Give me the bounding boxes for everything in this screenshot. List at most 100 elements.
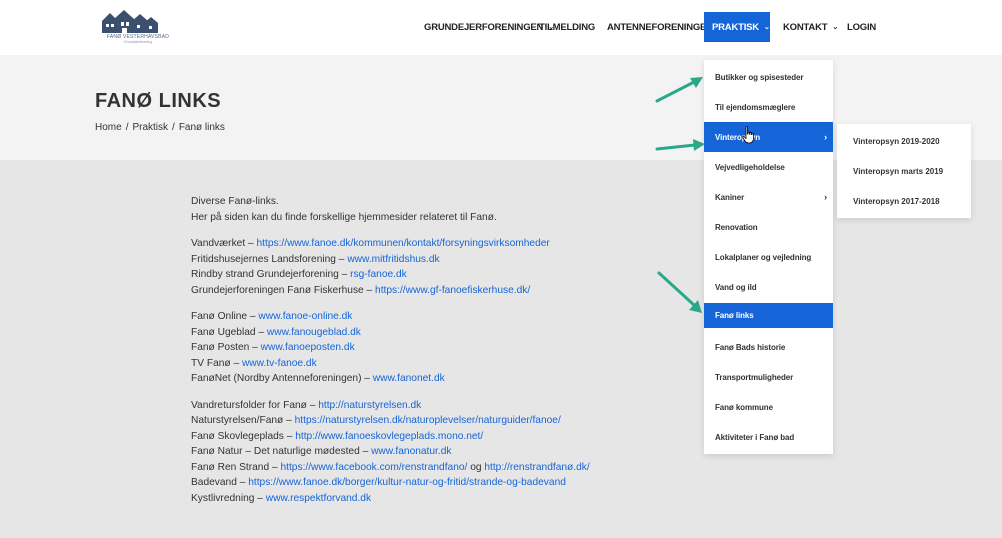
link-row: FanøNet (Nordby Antenneforeningen) – www…	[191, 371, 691, 387]
link-row: Fanø Online – www.fanoe-online.dk	[191, 309, 691, 325]
links-group-associations: Vandværket – https://www.fanoe.dk/kommun…	[191, 236, 691, 298]
menu-item-ejendomsmaeglere[interactable]: Til ejendomsmæglere	[704, 92, 833, 122]
link-row: Vandværket – https://www.fanoe.dk/kommun…	[191, 236, 691, 252]
menu-item-label: Aktiviteter i Fanø bad	[715, 432, 795, 442]
submenu-item-marts-2019[interactable]: Vinteropsyn marts 2019	[837, 156, 971, 187]
menu-item-aktiviteter[interactable]: Aktiviteter i Fanø bad	[704, 422, 833, 452]
nav-label: PRAKTISK	[712, 21, 759, 33]
link-label: Grundejerforeningen Fanø Fiskerhuse –	[191, 284, 376, 296]
menu-item-transportmuligheder[interactable]: Transportmuligheder	[704, 362, 833, 392]
external-link[interactable]: https://www.fanoe.dk/kommunen/kontakt/fo…	[257, 238, 550, 249]
menu-item-butikker[interactable]: Butikker og spisesteder	[704, 62, 833, 92]
external-link[interactable]: www.fanonet.dk	[373, 373, 445, 384]
external-link[interactable]: http://www.fanoeskovlegeplads.mono.net/	[295, 431, 483, 442]
link-label: Fanø Natur – Det naturlige mødested –	[191, 446, 372, 457]
link-label: Fanø Ren Strand –	[191, 461, 281, 473]
menu-item-label: Renovation	[715, 222, 758, 232]
menu-item-label: Transportmuligheder	[715, 372, 794, 382]
link-label: Fanø Online –	[191, 311, 259, 322]
submenu-item-label: Vinteropsyn marts 2019	[853, 167, 944, 176]
intro-line: Diverse Fanø-links.	[191, 196, 279, 207]
nav-tilmelding[interactable]: TILMELDING	[539, 12, 595, 42]
submenu-item-label: Vinteropsyn 2019-2020	[853, 137, 940, 146]
nav-praktisk[interactable]: PRAKTISK ⌄	[704, 12, 770, 42]
nav-label: ANTENNEFORENINGEN	[607, 21, 713, 33]
link-row: Fanø Posten – www.fanoeposten.dk	[191, 340, 691, 356]
link-row: Fanø Skovlegeplads – http://www.fanoesko…	[191, 429, 691, 445]
breadcrumb-current: Fanø links	[178, 122, 225, 133]
breadcrumb-home[interactable]: Home	[95, 122, 122, 133]
external-link[interactable]: www.mitfritidshus.dk	[347, 254, 439, 265]
nav-grundejerforeningen[interactable]: GRUNDEJERFORENINGEN ⌄	[424, 12, 554, 42]
logo-subtitle: Grundejerforening	[123, 40, 153, 44]
nav-label: KONTAKT	[783, 21, 828, 33]
intro-paragraph: Diverse Fanø-links. Her på siden kan du …	[191, 194, 691, 225]
submenu-item-2019-2020[interactable]: Vinteropsyn 2019-2020	[837, 126, 971, 157]
external-link[interactable]: http://renstrandfanø.dk/	[484, 462, 589, 473]
menu-item-renovation[interactable]: Renovation	[704, 212, 833, 242]
menu-item-label: Vejvedligeholdelse	[715, 162, 785, 172]
praktisk-dropdown-menu: Butikker og spisesteder Til ejendomsmægl…	[704, 60, 833, 454]
links-group-media: Fanø Online – www.fanoe-online.dk Fanø U…	[191, 309, 691, 387]
menu-item-fanoe-kommune[interactable]: Fanø kommune	[704, 392, 833, 422]
menu-item-label: Til ejendomsmæglere	[715, 102, 796, 112]
link-label: Fanø Posten –	[191, 342, 261, 353]
site-header: FANØ VESTERHAVSBAD Grundejerforening GRU…	[0, 0, 1002, 55]
link-row: Kystlivredning – www.respektforvand.dk	[191, 491, 691, 507]
nav-label: TILMELDING	[539, 21, 596, 33]
breadcrumb-praktisk[interactable]: Praktisk	[132, 122, 168, 133]
link-label: Rindby strand Grundejerforening –	[191, 269, 351, 280]
nav-kontakt[interactable]: KONTAKT ⌄	[783, 12, 838, 42]
menu-item-label: Fanø links	[715, 311, 754, 320]
link-row: Naturstyrelsen/Fanø – https://naturstyre…	[191, 413, 691, 429]
submenu-item-2017-2018[interactable]: Vinteropsyn 2017-2018	[837, 186, 971, 217]
nav-login[interactable]: LOGIN	[847, 12, 876, 42]
menu-item-label: Kaniner	[715, 192, 745, 202]
menu-item-label: Butikker og spisesteder	[715, 72, 804, 82]
link-label: Vandretursfolder for Fanø –	[191, 399, 319, 411]
menu-item-fanoe-bads-historie[interactable]: Fanø Bads historie	[704, 332, 833, 362]
link-label: Badevand –	[191, 477, 249, 488]
menu-item-label: Fanø kommune	[715, 402, 773, 412]
external-link[interactable]: https://www.fanoe.dk/borger/kultur-natur…	[248, 477, 566, 488]
chevron-right-icon: ›	[824, 192, 827, 202]
menu-item-label: Lokalplaner og vejledning	[715, 252, 812, 262]
nav-label: LOGIN	[847, 21, 877, 33]
menu-item-vand-og-ild[interactable]: Vand og ild	[704, 272, 833, 302]
menu-item-vinteropsyn[interactable]: Vinteropsyn ›	[704, 122, 833, 152]
chevron-right-icon: ›	[824, 132, 827, 142]
external-link[interactable]: www.fanougeblad.dk	[267, 327, 361, 338]
links-content: Diverse Fanø-links. Her på siden kan du …	[191, 194, 691, 517]
vinteropsyn-submenu: Vinteropsyn 2019-2020 Vinteropsyn marts …	[837, 124, 971, 218]
submenu-item-label: Vinteropsyn 2017-2018	[853, 197, 940, 206]
external-link[interactable]: www.respektforvand.dk	[266, 493, 371, 504]
external-link[interactable]: www.fanoe-online.dk	[258, 311, 352, 322]
green-arrow-icon	[657, 271, 702, 313]
houses-logo-icon	[102, 10, 158, 33]
menu-item-kaniner[interactable]: Kaniner ›	[704, 182, 833, 212]
breadcrumb-separator: /	[172, 122, 175, 133]
external-link[interactable]: www.tv-fanoe.dk	[242, 358, 317, 369]
external-link[interactable]: https://www.facebook.com/renstrandfano/	[280, 462, 467, 473]
external-link[interactable]: www.fanoeposten.dk	[261, 342, 355, 353]
menu-item-vejvedligeholdelse[interactable]: Vejvedligeholdelse	[704, 152, 833, 182]
green-arrow-icon	[655, 139, 705, 151]
chevron-down-icon: ⌄	[763, 24, 770, 31]
external-link[interactable]: https://www.gf-fanoefiskerhuse.dk/	[375, 285, 530, 296]
link-row: Fanø Ren Strand – https://www.facebook.c…	[191, 460, 691, 476]
external-link[interactable]: rsg-fanoe.dk	[350, 269, 407, 280]
link-label: FanøNet (Nordby Antenneforeningen) –	[191, 373, 373, 384]
site-logo[interactable]: FANØ VESTERHAVSBAD Grundejerforening	[88, 7, 178, 47]
link-label: Fanø Skovlegeplads –	[191, 430, 296, 442]
external-link[interactable]: www.fanonatur.dk	[371, 446, 451, 457]
external-link[interactable]: https://naturstyrelsen.dk/naturoplevelse…	[295, 415, 561, 426]
external-link[interactable]: http://naturstyrelsen.dk	[318, 400, 421, 411]
link-label: og	[467, 461, 485, 473]
menu-item-lokalplaner[interactable]: Lokalplaner og vejledning	[704, 242, 833, 272]
breadcrumb: Home / Praktisk / Fanø links	[95, 122, 225, 133]
menu-item-fanoe-links[interactable]: Fanø links	[704, 303, 833, 328]
menu-item-label: Vand og ild	[715, 282, 757, 292]
breadcrumb-separator: /	[125, 122, 129, 133]
intro-line: Her på siden kan du finde forskellige hj…	[191, 211, 497, 223]
link-row: Fanø Natur – Det naturlige mødested – ww…	[191, 444, 691, 460]
